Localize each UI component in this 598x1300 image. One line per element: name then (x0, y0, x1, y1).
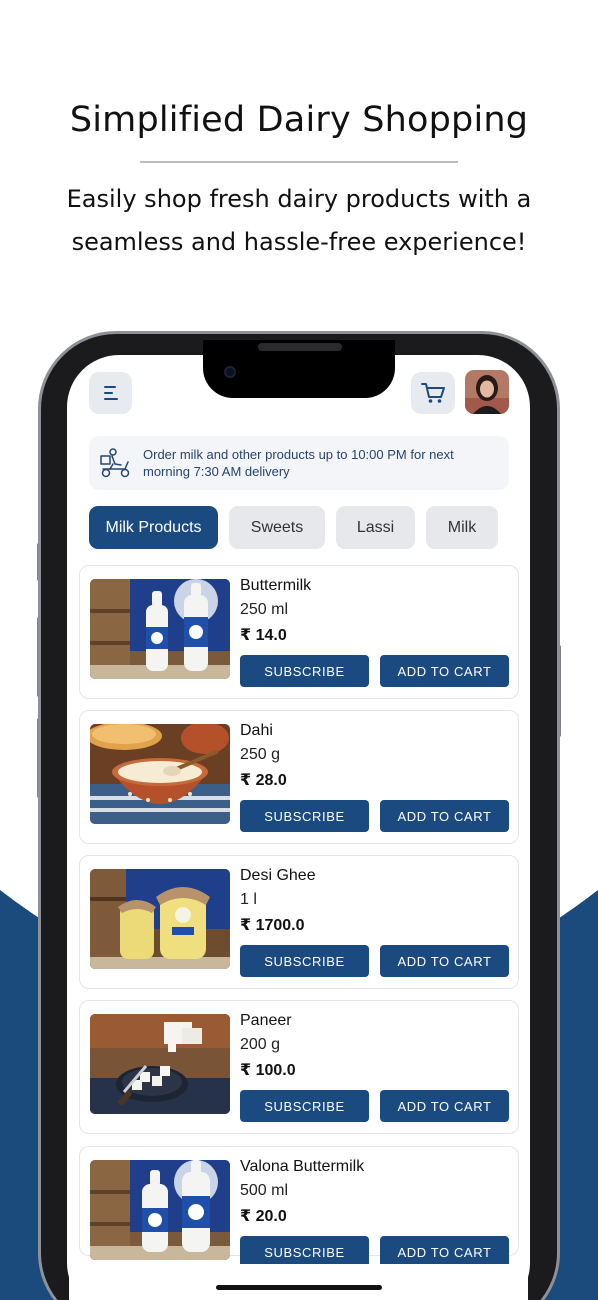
phone-camera (224, 366, 236, 378)
menu-button[interactable] (89, 372, 132, 414)
screen-bottom-area (69, 1264, 528, 1300)
product-image-valona-buttermilk (90, 1160, 230, 1260)
product-price: ₹ 28.0 (240, 772, 287, 789)
product-quantity: 500 ml (240, 1182, 289, 1199)
product-quantity: 250 g (240, 746, 281, 763)
product-image-desi-ghee (90, 869, 230, 969)
subscribe-button[interactable]: SUBSCRIBE (240, 1090, 369, 1122)
product-name: Dahi (240, 722, 273, 739)
product-name: Desi Ghee (240, 867, 316, 884)
tab-milk[interactable]: Milk (426, 506, 498, 549)
product-name: Buttermilk (240, 577, 312, 594)
cart-icon (421, 383, 445, 403)
divider (140, 161, 458, 163)
product-image-dahi (90, 724, 230, 824)
product-quantity: 250 ml (240, 601, 289, 618)
phone-speaker (258, 343, 342, 351)
add-to-cart-button[interactable]: ADD TO CART (380, 1090, 509, 1122)
product-quantity: 1 l (240, 891, 257, 908)
product-card[interactable]: Valona Buttermilk 500 ml ₹ 20.0 SUBSCRIB… (79, 1146, 519, 1268)
product-price: ₹ 1700.0 (240, 917, 305, 934)
subscribe-button[interactable]: SUBSCRIBE (240, 655, 369, 687)
tab-milk-products[interactable]: Milk Products (89, 506, 218, 549)
category-tabs: Milk Products Sweets Lassi Milk (89, 506, 498, 549)
profile-avatar[interactable] (465, 370, 509, 414)
tab-sweets[interactable]: Sweets (229, 506, 325, 549)
product-name: Paneer (240, 1012, 292, 1029)
menu-icon (103, 386, 118, 400)
cart-button[interactable] (411, 372, 455, 414)
add-to-cart-button[interactable]: ADD TO CART (380, 800, 509, 832)
delivery-info-text: Order milk and other products up to 10:0… (143, 447, 454, 479)
tab-lassi[interactable]: Lassi (336, 506, 415, 549)
product-card[interactable]: Dahi 250 g ₹ 28.0 SUBSCRIBE ADD TO CART (79, 710, 519, 844)
home-indicator[interactable] (216, 1285, 382, 1290)
add-to-cart-button[interactable]: ADD TO CART (380, 945, 509, 977)
subscribe-button[interactable]: SUBSCRIBE (240, 800, 369, 832)
product-quantity: 200 g (240, 1036, 281, 1053)
product-card[interactable]: Paneer 200 g ₹ 100.0 SUBSCRIBE ADD TO CA… (79, 1000, 519, 1134)
hero-title: Simplified Dairy Shopping (69, 100, 529, 140)
add-to-cart-button[interactable]: ADD TO CART (380, 655, 509, 687)
product-card[interactable]: Desi Ghee 1 l ₹ 1700.0 SUBSCRIBE ADD TO … (79, 855, 519, 989)
product-image-paneer (90, 1014, 230, 1114)
product-price: ₹ 20.0 (240, 1208, 287, 1225)
subscribe-button[interactable]: SUBSCRIBE (240, 945, 369, 977)
product-price: ₹ 100.0 (240, 1062, 296, 1079)
product-card[interactable]: Buttermilk 250 ml ₹ 14.0 SUBSCRIBE ADD T… (79, 565, 519, 699)
product-name: Valona Buttermilk (240, 1158, 365, 1175)
product-image-buttermilk (90, 579, 230, 679)
product-price: ₹ 14.0 (240, 627, 287, 644)
hero-subtitle: Easily shop fresh dairy products with a … (66, 185, 532, 256)
delivery-info-banner: Order milk and other products up to 10:0… (89, 436, 509, 490)
delivery-scooter-icon (100, 448, 130, 478)
